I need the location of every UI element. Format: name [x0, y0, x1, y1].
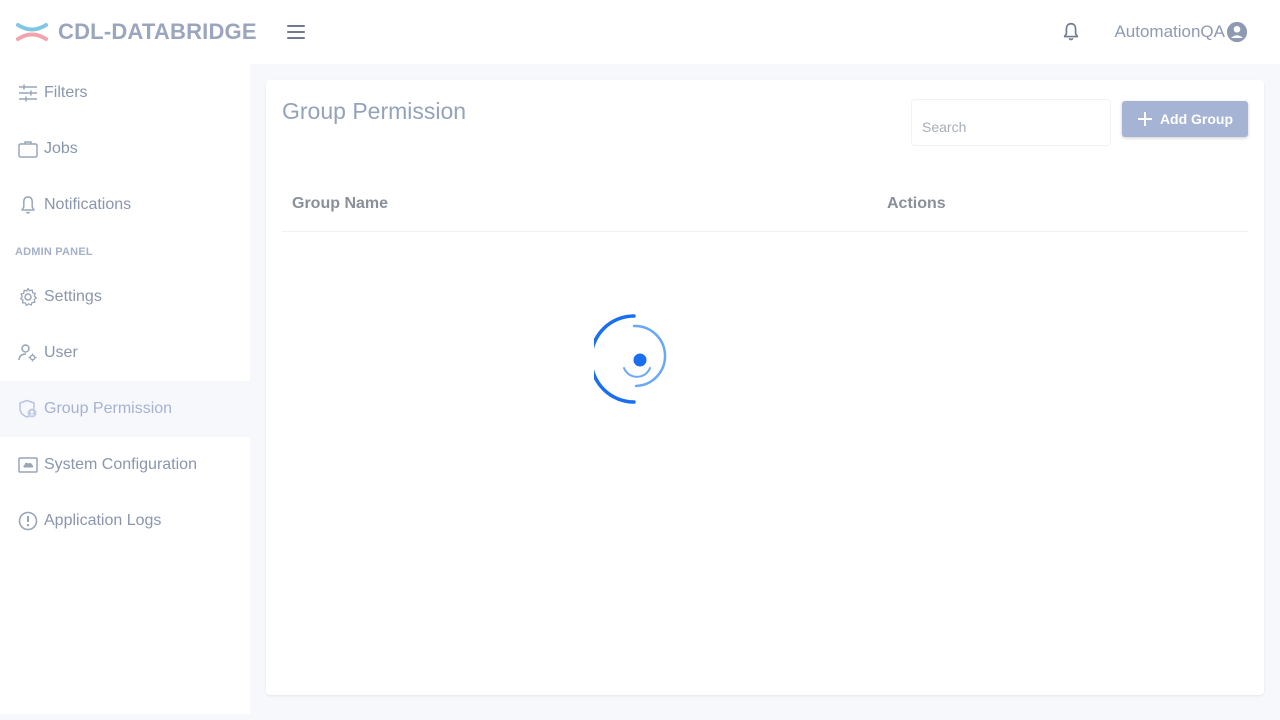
user-account-icon[interactable]	[1226, 21, 1248, 43]
menu-toggle-icon[interactable]	[286, 22, 307, 42]
group-permission-card: Group Permission Add Group Group Name Ac…	[266, 80, 1264, 695]
sidebar-item-group-permission[interactable]: Group Permission	[0, 381, 250, 437]
gear-icon	[19, 287, 37, 307]
user-gear-icon	[18, 344, 37, 362]
sidebar-item-label: Jobs	[44, 140, 78, 157]
sidebar-item-user[interactable]: User	[0, 325, 250, 381]
bell-icon	[21, 196, 35, 214]
sidebar-item-label: Settings	[44, 288, 102, 305]
monitor-cloud-icon	[18, 457, 38, 473]
sidebar-item-application-logs[interactable]: Application Logs	[0, 493, 250, 549]
plus-icon	[1137, 112, 1152, 126]
brand-logo-icon	[16, 23, 48, 41]
column-header-group-name[interactable]: Group Name	[292, 195, 388, 213]
sidebar-item-system-configuration[interactable]: System Configuration	[0, 437, 250, 493]
briefcase-icon	[18, 141, 38, 158]
filters-icon	[19, 84, 37, 102]
sidebar-item-filters[interactable]: Filters	[0, 65, 250, 121]
sidebar-item-label: Application Logs	[44, 512, 162, 529]
add-group-button[interactable]: Add Group	[1122, 101, 1248, 137]
sidebar-item-label: Filters	[44, 84, 88, 101]
sidebar-item-notifications[interactable]: Notifications	[0, 177, 250, 233]
loading-spinner-icon	[594, 314, 667, 404]
sidebar-item-label: Notifications	[44, 196, 132, 213]
sidebar-item-settings[interactable]: Settings	[0, 269, 250, 325]
brand[interactable]: CDL-DATABRIDGE	[16, 19, 257, 45]
sidebar-item-jobs[interactable]: Jobs	[0, 121, 250, 177]
sidebar-item-label: Group Permission	[44, 400, 173, 417]
shield-group-icon	[19, 399, 37, 418]
search-input[interactable]	[911, 99, 1111, 146]
admin-panel-heading: ADMIN PANEL	[15, 246, 93, 258]
top-bar: CDL-DATABRIDGE AutomationQA	[0, 0, 1280, 64]
brand-name: CDL-DATABRIDGE	[58, 19, 257, 44]
sidebar-item-label: System Configuration	[44, 456, 197, 473]
sidebar: Filters Jobs Notifications ADMIN PANEL S…	[0, 64, 250, 714]
column-header-actions: Actions	[887, 195, 946, 212]
alert-circle-icon	[18, 511, 38, 531]
add-group-label: Add Group	[1159, 111, 1234, 127]
page-title: Group Permission	[282, 98, 467, 124]
user-name[interactable]: AutomationQA	[1114, 22, 1225, 42]
sidebar-item-label: User	[44, 344, 78, 361]
table-header: Group Name Actions	[282, 180, 1248, 232]
notifications-bell-icon[interactable]	[1060, 21, 1082, 43]
